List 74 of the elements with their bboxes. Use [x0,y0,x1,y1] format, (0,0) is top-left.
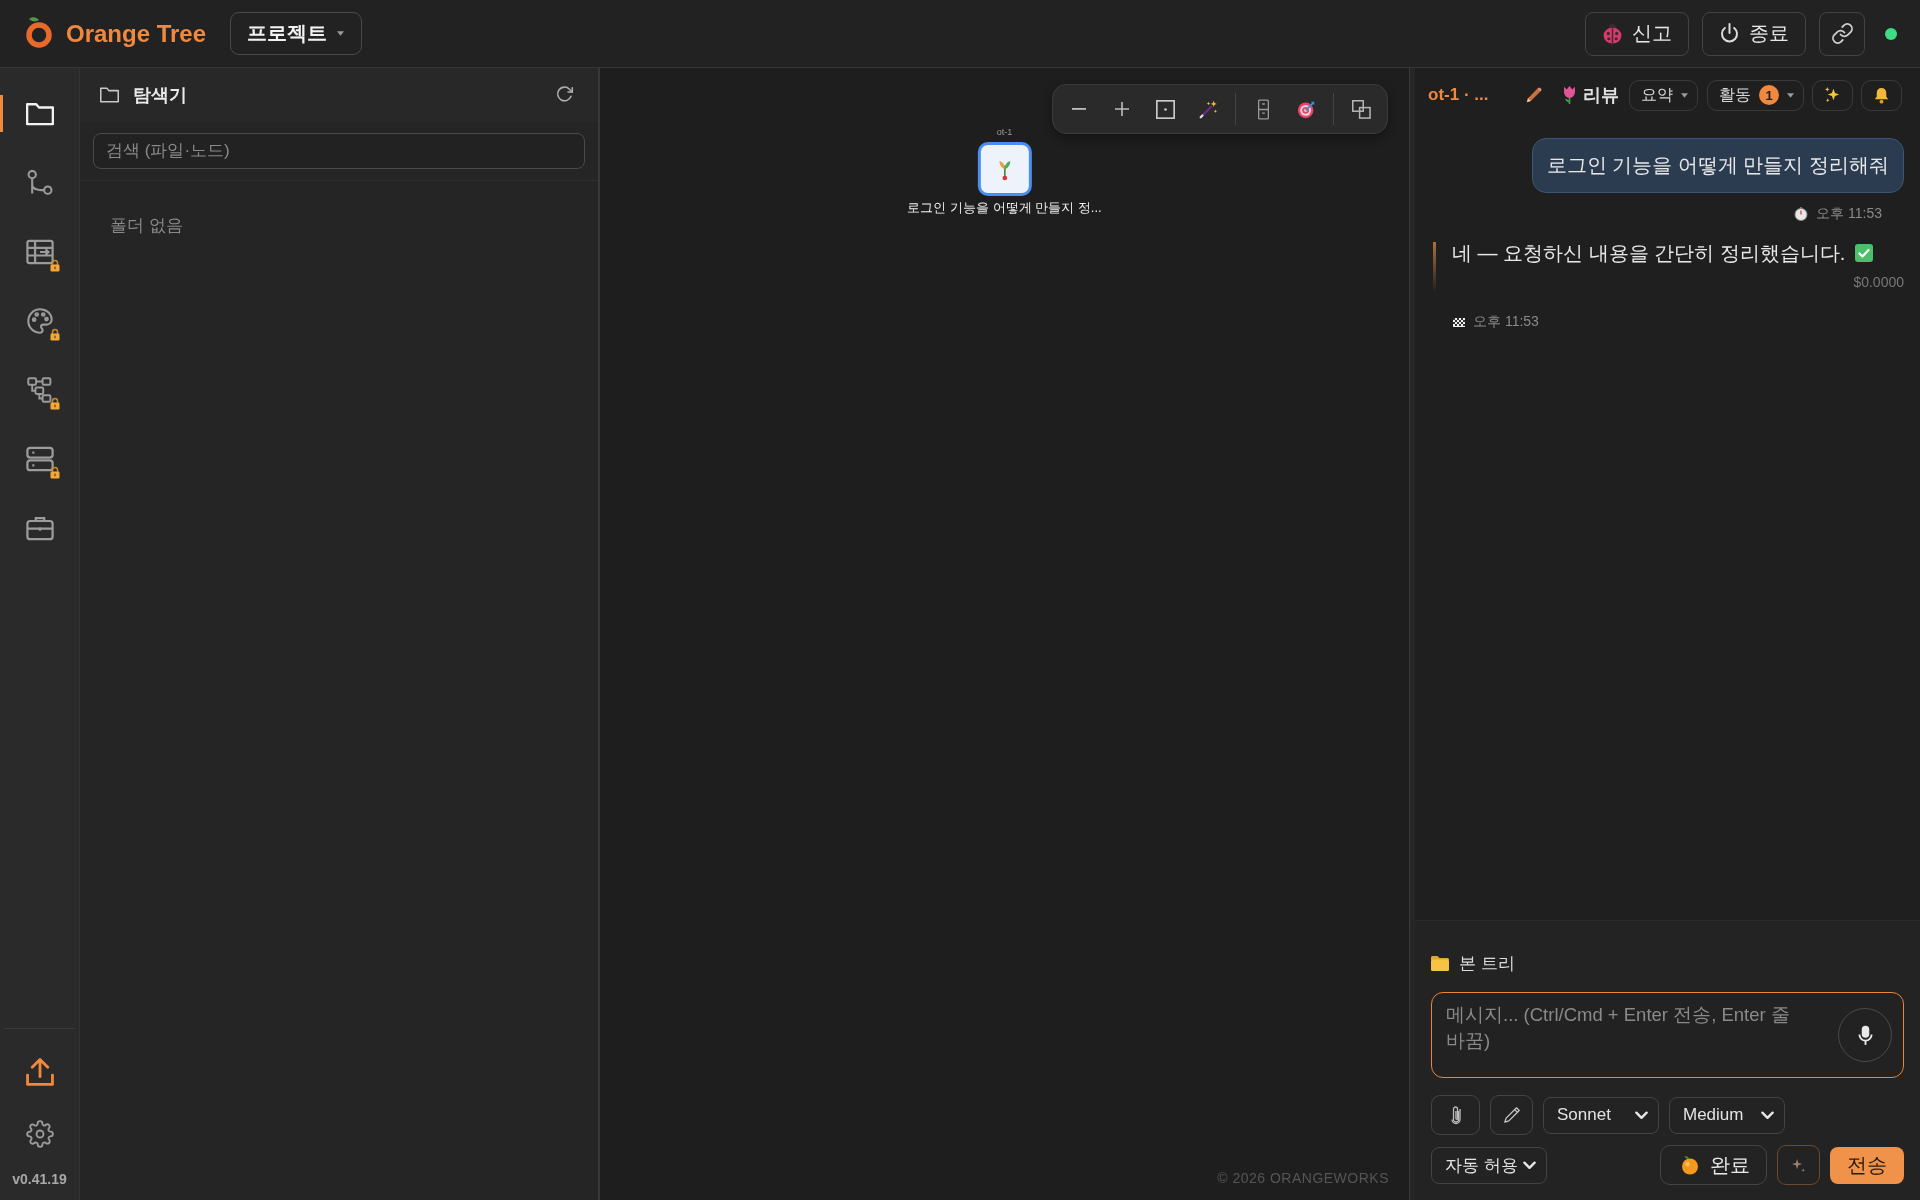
checkered-flag-icon [1453,317,1465,327]
empty-message: 폴더 없음 [110,216,183,235]
pencil-icon [1524,85,1543,105]
magic-wand-icon [1198,99,1218,119]
node-label: 로그인 기능을 어떻게 만들지 정... [907,199,1102,217]
count-badge: 1 [1759,85,1779,105]
cost-label: $0.0000 [1853,274,1904,290]
logo-icon [24,14,54,49]
settings-icon [25,1120,54,1148]
plus-icon [1115,102,1129,116]
draw-button[interactable] [1490,1095,1533,1135]
caret-icon [337,31,345,36]
ladybug-icon [1602,23,1623,44]
fit-view-icon [1155,99,1175,119]
sparkles-icon [1823,85,1842,105]
report-button[interactable]: 신고 [1585,11,1689,56]
message-time: 오후 11:53 [1816,205,1882,223]
refresh-icon [556,86,574,104]
tulip-icon [1562,85,1577,105]
permission-select[interactable]: 자동 허용 [1431,1146,1547,1184]
file-cabinet-icon [1257,98,1269,120]
message-input[interactable]: 메시지... (Ctrl/Cmd + Enter 전송, Enter 줄 바꿈) [1431,992,1904,1078]
dropdown-menu[interactable]: 요약 [1629,79,1698,111]
citrus-fruit-icon [1681,1155,1699,1175]
effort-select[interactable]: Medium [1669,1096,1785,1134]
quit-button[interactable]: 종료 [1702,11,1806,56]
app-title: Orange Tree [66,19,207,48]
caret-icon [1787,92,1794,98]
microphone-icon [1857,1024,1873,1046]
assistant-message: 네 — 요청하신 내용을 간단히 정리했습니다. [1452,240,1846,266]
panel-title: 탐색기 [133,84,187,107]
folder-icon [25,100,54,127]
chevron-down-icon [1523,1160,1536,1170]
hierarchy-icon [25,376,54,403]
server-icon [25,445,54,472]
bell-icon [1872,85,1891,105]
session-title: ot-1 · ... [1428,85,1489,105]
sparkles-button[interactable] [1812,79,1853,111]
sparkle-icon [1791,1157,1806,1173]
palette-icon [25,307,54,334]
stopwatch-icon [1794,207,1809,221]
complete-button[interactable]: 완료 [1660,1145,1767,1185]
overlap-squares-icon [1351,99,1371,119]
dropdown-menu[interactable]: 활동 1 [1707,79,1804,111]
pen-icon [1502,1106,1521,1124]
minus-icon [1072,108,1086,110]
table-icon [25,238,54,265]
paperclip-icon [1450,1105,1461,1125]
link-button[interactable] [1819,11,1865,56]
branch-icon [25,169,54,196]
chevron-down-icon [1761,1110,1774,1120]
power-icon [1719,23,1740,44]
caret-icon [1681,92,1688,98]
link-icon [1831,23,1853,44]
attach-button[interactable] [1431,1095,1480,1135]
briefcase-icon [25,514,54,541]
node-id-label: ot-1 [996,127,1013,138]
user-message: 로그인 기능을 어떻게 만들지 정리해줘 [1531,138,1904,193]
message-time: 오후 11:53 [1473,313,1539,331]
model-select[interactable]: Sonnet [1543,1096,1659,1134]
notifications-button[interactable] [1861,79,1902,111]
context-label: 본 트리 [1459,952,1515,975]
folder-icon [1431,955,1449,971]
upload-icon [25,1058,54,1086]
chevron-down-icon [1635,1110,1648,1120]
version-label: v0.41.19 [11,1170,68,1189]
project-menu[interactable]: 프로젝트 [230,12,363,55]
search-field[interactable]: 검색 (파일·노드) [93,133,585,169]
stage-label: 리뷰 [1583,84,1619,107]
target-icon [1296,99,1316,119]
rename-button[interactable] [1524,85,1543,105]
folder-icon [100,87,119,103]
send-button[interactable]: 전송 [1830,1146,1904,1184]
node-card[interactable] [977,142,1032,196]
